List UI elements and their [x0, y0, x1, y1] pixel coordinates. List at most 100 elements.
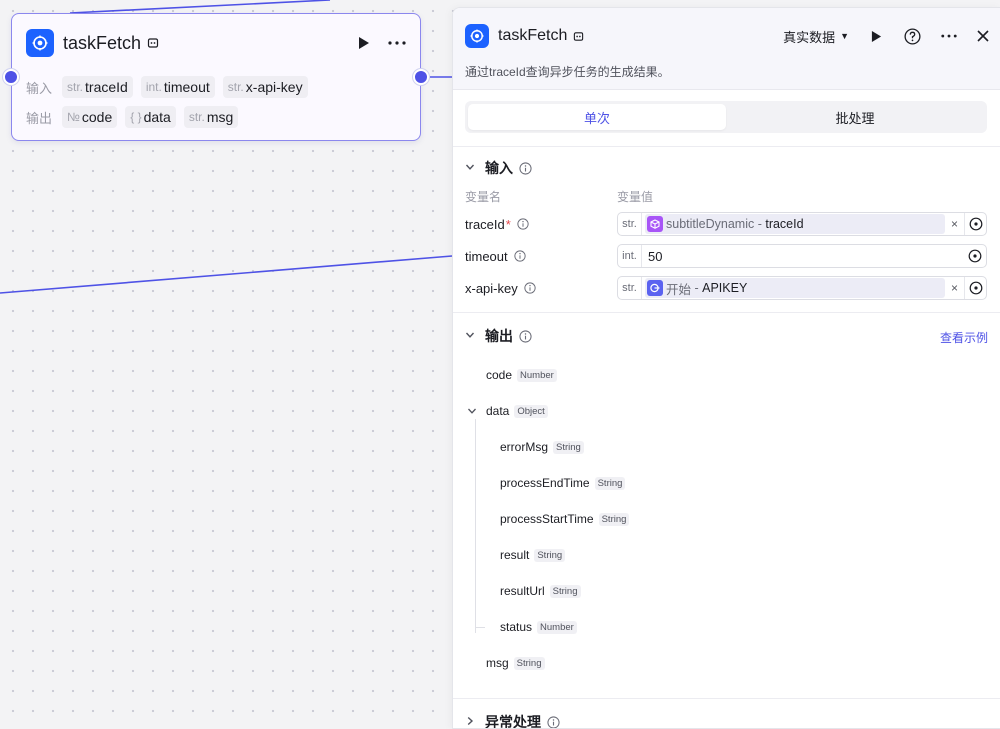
type-badge: Number — [537, 620, 577, 634]
help-icon[interactable] — [904, 27, 921, 45]
error-section-toggle[interactable]: 异常处理 — [465, 712, 560, 729]
panel-title: taskFetch — [498, 27, 568, 44]
input-var-row: traceId * str. subtitleDynamic - traceId … — [465, 212, 987, 236]
info-icon — [517, 218, 529, 230]
target-icon[interactable] — [964, 277, 986, 299]
timeout-value[interactable]: 50 — [648, 249, 964, 264]
type-tag: str. — [618, 213, 642, 235]
caret-down-icon: ▼ — [840, 31, 849, 41]
output-chip: № code — [62, 106, 118, 128]
node-outputs-row: 输出 № code { } data str. msg — [26, 106, 246, 128]
target-icon[interactable] — [964, 213, 986, 235]
output-field: code Number — [486, 367, 557, 383]
output-field: processEndTime String — [500, 475, 626, 491]
input-section-title: 输入 — [485, 160, 513, 176]
debug-icon — [147, 37, 159, 49]
target-icon[interactable] — [964, 245, 986, 267]
column-header-value: 变量值 — [617, 190, 654, 204]
error-section-title: 异常处理 — [485, 714, 541, 729]
var-value-field[interactable]: int. 50 — [617, 244, 987, 268]
info-icon — [524, 282, 536, 294]
edge-lower — [0, 255, 453, 294]
variable-reference[interactable]: 开始 - APIKEY — [645, 278, 945, 298]
column-header-name: 变量名 — [465, 190, 502, 204]
var-name: timeout — [465, 244, 526, 268]
clear-icon[interactable]: × — [945, 217, 964, 231]
run-icon[interactable] — [358, 36, 370, 50]
chevron-down-icon — [465, 330, 485, 343]
node-title: taskFetch — [63, 32, 142, 53]
node-config-panel: taskFetch 真实数据 ▼ 通过traceId查询异步任务的生成结果。 单次… — [452, 7, 1000, 729]
input-chip: str. x-api-key — [222, 76, 308, 98]
view-example-link[interactable]: 查看示例 — [940, 329, 988, 346]
panel-description: 通过traceId查询异步任务的生成结果。 — [465, 65, 670, 79]
output-section-title: 输出 — [485, 328, 513, 344]
input-chip: int. timeout — [140, 76, 215, 98]
more-icon[interactable] — [941, 34, 957, 38]
variable-reference[interactable]: subtitleDynamic - traceId — [645, 214, 945, 234]
info-icon — [519, 161, 532, 175]
type-badge: String — [549, 584, 581, 598]
type-badge: String — [598, 512, 630, 526]
type-tag: int. — [618, 245, 642, 267]
var-value-field[interactable]: str. 开始 - APIKEY × — [617, 276, 987, 300]
outputs-label: 输出 — [26, 110, 53, 126]
required-mark: * — [505, 216, 511, 232]
node-header: taskFetch — [26, 28, 406, 58]
var-name: traceId * — [465, 212, 529, 236]
type-badge: String — [594, 476, 626, 490]
info-icon — [547, 715, 560, 728]
output-field[interactable]: data Object — [467, 403, 548, 419]
run-icon[interactable] — [871, 30, 882, 43]
chevron-down-icon — [465, 162, 485, 175]
type-badge: Number — [517, 368, 557, 382]
output-field: processStartTime String — [500, 511, 630, 527]
debug-icon — [573, 31, 584, 42]
close-icon[interactable] — [977, 30, 989, 42]
divider — [453, 312, 1000, 313]
panel-header: taskFetch 真实数据 ▼ 通过traceId查询异步任务的生成结果。 — [453, 8, 1000, 90]
task-node-card[interactable]: taskFetch 输入 str. traceId int. timeout str… — [11, 13, 421, 141]
edge-top — [69, 0, 331, 14]
output-field: result String — [500, 547, 566, 563]
more-icon[interactable] — [388, 41, 406, 45]
cube-icon — [647, 216, 663, 232]
var-value-field[interactable]: str. subtitleDynamic - traceId × — [617, 212, 987, 236]
tree-line — [475, 627, 485, 628]
input-chip: str. traceId — [62, 76, 133, 98]
info-icon — [514, 250, 526, 262]
tab-batch[interactable]: 批处理 — [726, 104, 984, 130]
clear-icon[interactable]: × — [945, 281, 964, 295]
node-inputs-row: 输入 str. traceId int. timeout str. x-api-key — [26, 76, 316, 98]
run-mode-tabs: 单次 批处理 — [465, 101, 987, 133]
type-badge: String — [513, 656, 545, 670]
var-name: x-api-key — [465, 276, 536, 300]
node-logo-icon — [465, 24, 489, 48]
output-chip: { } data — [125, 106, 176, 128]
data-source-select[interactable]: 真实数据 ▼ — [783, 27, 849, 46]
output-field: status Number — [500, 619, 577, 635]
tab-single[interactable]: 单次 — [468, 104, 726, 130]
inputs-label: 输入 — [26, 80, 53, 96]
input-var-row: timeout int. 50 — [465, 244, 987, 268]
chevron-right-icon — [465, 716, 485, 729]
type-badge: Object — [514, 404, 548, 418]
output-chip: str. msg — [183, 106, 239, 128]
type-badge: String — [534, 548, 566, 562]
divider — [453, 146, 1000, 147]
type-tag: str. — [618, 277, 642, 299]
tree-line — [475, 419, 476, 633]
input-handle[interactable] — [3, 69, 19, 85]
start-icon — [647, 280, 663, 296]
node-logo-icon — [26, 29, 54, 57]
output-field: msg String — [486, 655, 545, 671]
output-field: resultUrl String — [500, 583, 581, 599]
info-icon — [519, 329, 532, 343]
type-badge: String — [553, 440, 584, 454]
chevron-down-icon[interactable] — [467, 406, 486, 416]
output-handle[interactable] — [413, 69, 429, 85]
output-section-toggle[interactable]: 输出 — [465, 326, 532, 346]
input-section-toggle[interactable]: 输入 — [465, 158, 532, 178]
divider — [453, 698, 1000, 699]
output-field: errorMsg String — [500, 439, 584, 455]
